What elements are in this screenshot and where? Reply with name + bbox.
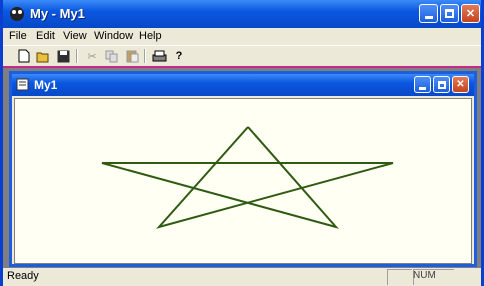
open-button[interactable] (35, 48, 51, 64)
minimize-icon (424, 16, 433, 19)
status-pane-caps (387, 269, 412, 285)
menu-view[interactable]: View (63, 30, 87, 42)
save-icon (57, 50, 69, 62)
toolbar-separator (76, 49, 78, 63)
help-icon: ? (175, 50, 183, 62)
save-button[interactable] (55, 48, 71, 64)
close-icon: ✕ (465, 8, 476, 20)
copy-button[interactable] (104, 48, 120, 64)
print-icon (152, 50, 166, 61)
child-minimize-button[interactable] (414, 76, 431, 93)
cut-icon: ✂ (87, 50, 97, 63)
toolbar: ✂ ? (3, 45, 481, 67)
child-close-button[interactable]: ✕ (452, 76, 469, 93)
menu-file[interactable]: File (9, 30, 27, 42)
close-button[interactable]: ✕ (461, 4, 480, 23)
help-button[interactable]: ? (171, 48, 187, 64)
new-button[interactable] (16, 48, 32, 64)
cut-button[interactable]: ✂ (84, 48, 100, 64)
star-drawing (101, 126, 394, 229)
main-window: My - My1 ✕ File Edit View Window Help ✂ (0, 0, 484, 286)
minimize-button[interactable] (419, 4, 438, 23)
print-button[interactable] (151, 48, 167, 64)
maximize-button[interactable] (440, 4, 459, 23)
drawing-canvas[interactable] (14, 98, 472, 264)
menu-help[interactable]: Help (139, 30, 162, 42)
star-shape (101, 126, 394, 229)
menu-bar: File Edit View Window Help (3, 28, 481, 45)
mdi-client-area: My1 ✕ (3, 66, 481, 270)
close-icon: ✕ (456, 79, 465, 90)
status-text: Ready (7, 270, 39, 282)
window-title: My - My1 (30, 6, 85, 21)
child-window-title: My1 (34, 78, 58, 92)
new-icon (18, 49, 30, 63)
paste-button[interactable] (124, 48, 140, 64)
title-bar[interactable]: My - My1 ✕ (3, 0, 481, 28)
toolbar-separator (144, 49, 146, 63)
copy-icon (105, 50, 118, 62)
menu-edit[interactable]: Edit (36, 30, 55, 42)
maximize-icon (437, 80, 446, 89)
minimize-icon (419, 86, 426, 90)
status-bar: Ready NUM (3, 268, 481, 286)
app-icon (10, 7, 24, 21)
open-icon (36, 52, 48, 62)
child-window: My1 ✕ (9, 71, 477, 267)
child-maximize-button[interactable] (433, 76, 450, 93)
num-lock-indicator: NUM (413, 270, 436, 281)
document-icon (16, 78, 29, 91)
child-title-bar[interactable]: My1 ✕ (12, 74, 474, 96)
menu-window[interactable]: Window (94, 30, 133, 42)
paste-icon (126, 50, 138, 63)
maximize-icon (445, 9, 454, 18)
